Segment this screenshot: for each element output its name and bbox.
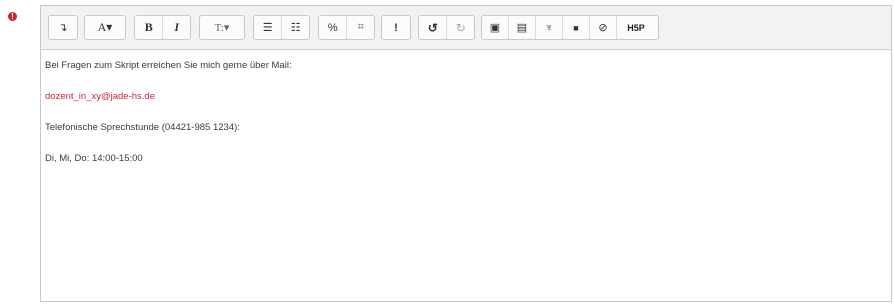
unordered-list-icon: ☰ (262, 22, 273, 34)
h5p-button[interactable]: H5P (616, 16, 655, 39)
emoticon-icon: ! (394, 21, 398, 34)
record-audio-button[interactable]: ♆ (535, 16, 562, 39)
toolbar-group-history: ↺ ↻ (418, 15, 475, 40)
editor-field: ! ↴ A▾ B I T:▾ ☰ ☷ % ⌗ ! ↺ ↻ ▣ ▤ ♆ ■ ⊘ H… (0, 0, 894, 304)
email-link[interactable]: dozent_in_xy@jade-hs.de (45, 90, 887, 103)
link-button[interactable]: % (319, 16, 346, 39)
italic-button[interactable]: I (162, 16, 190, 39)
toolbar-group-paragraph: T:▾ (199, 15, 245, 40)
toolbar-group-media: ▣ ▤ ♆ ■ ⊘ H5P (481, 15, 659, 40)
record-video-button[interactable]: ■ (562, 16, 589, 39)
redo-icon: ↻ (455, 20, 466, 35)
paragraph-style-icon: T:▾ (214, 22, 230, 34)
collapse-icon: ↴ (58, 22, 68, 34)
font-color-button[interactable]: A▾ (85, 16, 125, 39)
record-audio-icon: ♆ (544, 21, 554, 34)
italic-icon: I (174, 20, 180, 34)
undo-icon: ↺ (427, 20, 438, 35)
toolbar-group-links: % ⌗ (318, 15, 375, 40)
unordered-list-button[interactable]: ☰ (254, 16, 281, 39)
editor-content-area[interactable]: Bei Fragen zum Skript erreichen Sie mich… (41, 50, 891, 301)
unlink-icon: ⌗ (357, 21, 364, 33)
manage-files-icon: ⊘ (598, 22, 608, 34)
toolbar-group-font-color: A▾ (84, 15, 126, 40)
rich-text-editor: ↴ A▾ B I T:▾ ☰ ☷ % ⌗ ! ↺ ↻ ▣ ▤ ♆ ■ ⊘ H5P… (40, 5, 892, 302)
image-button[interactable]: ▣ (482, 16, 508, 39)
ordered-list-icon: ☷ (290, 22, 301, 34)
font-color-icon: A▾ (97, 20, 113, 34)
manage-files-button[interactable]: ⊘ (589, 16, 616, 39)
image-icon: ▣ (489, 22, 501, 34)
content-line-schedule: Di, Mi, Do: 14:00-15:00 (45, 153, 143, 164)
link-icon: % (327, 21, 338, 34)
content-line-intro: Bei Fragen zum Skript erreichen Sie mich… (45, 60, 292, 71)
toolbar-group-lists: ☰ ☷ (253, 15, 310, 40)
media-button[interactable]: ▤ (508, 16, 535, 39)
content-line-office-hours: Telefonische Sprechstunde (04421-985 123… (45, 122, 240, 133)
redo-button[interactable]: ↻ (446, 16, 474, 39)
bold-button[interactable]: B (135, 16, 162, 39)
toolbar-group-collapse: ↴ (48, 15, 78, 40)
toolbar-group-format: B I (134, 15, 191, 40)
required-icon: ! (8, 12, 17, 21)
paragraph-style-button[interactable]: T:▾ (200, 16, 244, 39)
unlink-button[interactable]: ⌗ (346, 16, 374, 39)
ordered-list-button[interactable]: ☷ (281, 16, 309, 39)
bold-icon: B (144, 20, 153, 34)
media-icon: ▤ (516, 22, 528, 34)
editor-toolbar: ↴ A▾ B I T:▾ ☰ ☷ % ⌗ ! ↺ ↻ ▣ ▤ ♆ ■ ⊘ H5P (41, 6, 891, 50)
h5p-icon: H5P (627, 22, 645, 33)
toolbar-group-emoticon: ! (381, 15, 411, 40)
undo-button[interactable]: ↺ (419, 16, 446, 39)
emoticon-button[interactable]: ! (382, 16, 410, 39)
record-video-icon: ■ (573, 22, 579, 33)
collapse-toolbar-button[interactable]: ↴ (49, 16, 77, 39)
